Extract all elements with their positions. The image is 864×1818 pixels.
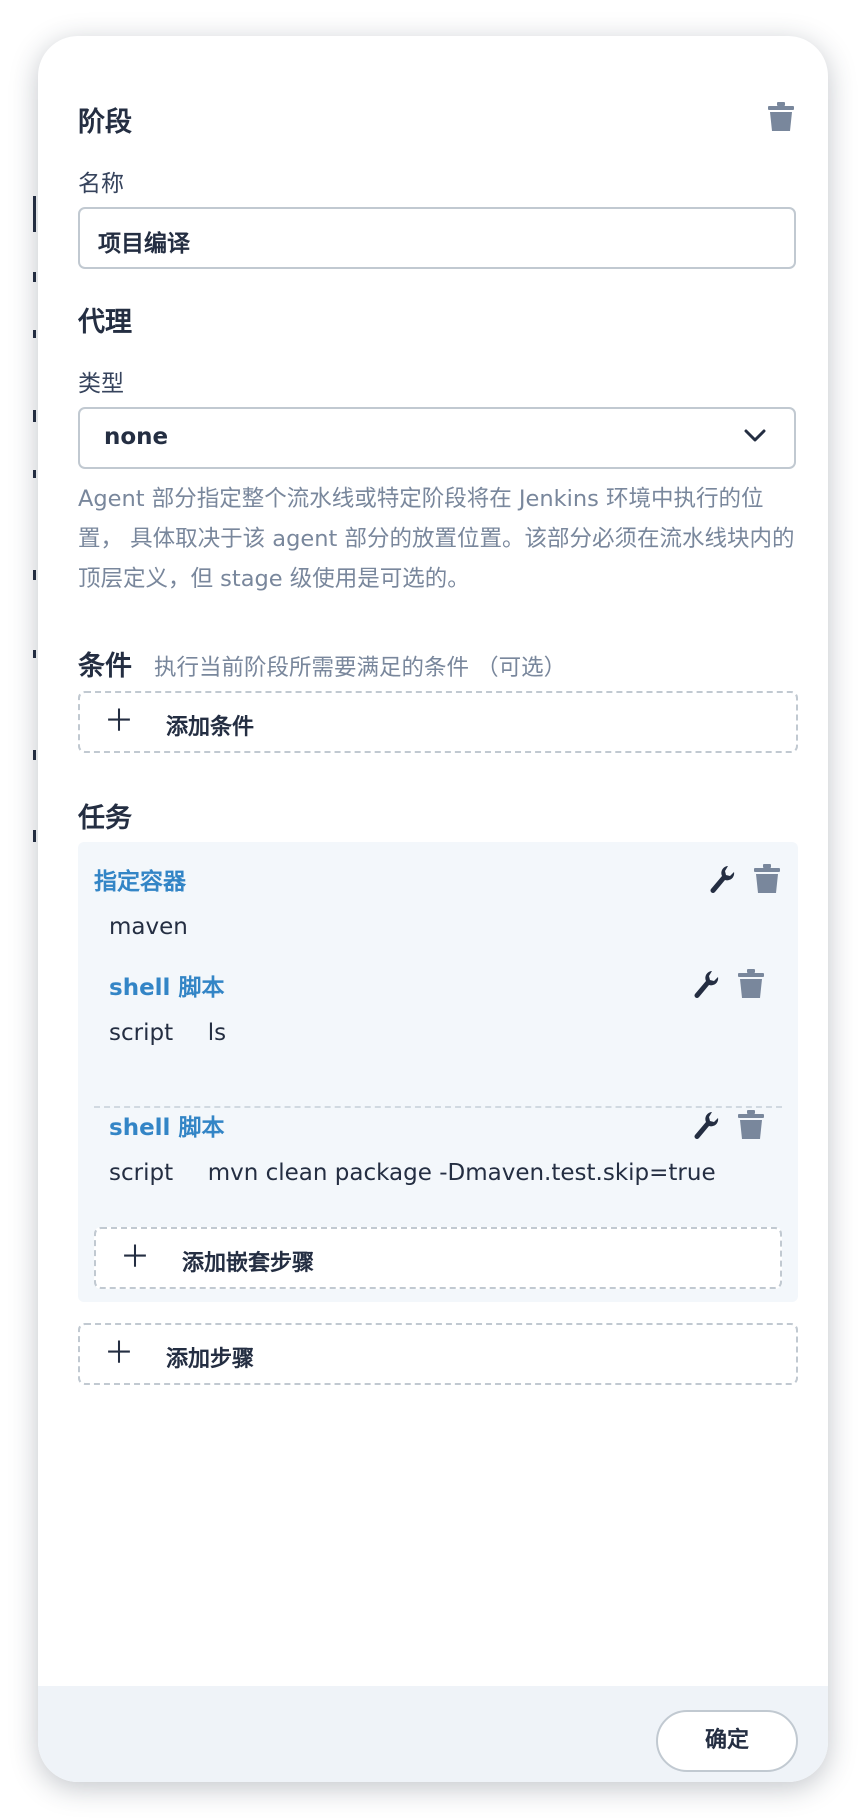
plus-icon: ＋ bbox=[104, 704, 134, 739]
type-label: 类型 bbox=[78, 371, 124, 397]
agent-description: Agent 部分指定整个流水线或特定阶段将在 Jenkins 环境中执行的位置，… bbox=[78, 486, 795, 592]
trash-icon[interactable] bbox=[737, 1110, 765, 1140]
plus-icon: ＋ bbox=[120, 1240, 150, 1275]
wrench-icon[interactable] bbox=[692, 1110, 720, 1140]
step-command-row: script ls bbox=[109, 1020, 226, 1046]
trash-icon[interactable] bbox=[737, 969, 765, 999]
step-key: script bbox=[109, 1020, 174, 1046]
add-condition-label: 添加条件 bbox=[166, 715, 255, 740]
conditions-hint: 执行当前阶段所需要满足的条件 （可选） bbox=[154, 655, 567, 681]
name-input[interactable]: 项目编译 bbox=[78, 207, 796, 269]
agent-section-title: 代理 bbox=[78, 307, 132, 338]
agent-type-value: none bbox=[104, 424, 169, 450]
wrench-icon[interactable] bbox=[692, 969, 720, 999]
wrench-icon[interactable] bbox=[708, 864, 736, 894]
tasks-section-title: 任务 bbox=[78, 803, 132, 834]
step-title: shell 脚本 bbox=[109, 1115, 225, 1141]
container-task-title: 指定容器 bbox=[94, 869, 186, 895]
plus-icon: ＋ bbox=[104, 1336, 134, 1371]
trash-icon[interactable] bbox=[767, 102, 795, 132]
step-value: ls bbox=[207, 1020, 227, 1046]
step-title: shell 脚本 bbox=[109, 975, 225, 1001]
stage-section-title: 阶段 bbox=[78, 107, 132, 138]
chevron-down-icon bbox=[744, 429, 766, 442]
conditions-section-title: 条件 bbox=[78, 651, 132, 682]
confirm-button[interactable]: 确定 bbox=[656, 1710, 798, 1772]
trash-icon[interactable] bbox=[753, 864, 781, 894]
stage-edit-modal: 阶段 名称 项目编译 代理 类型 none Agent 部分指定整个流水线或特定… bbox=[38, 36, 828, 1782]
name-label: 名称 bbox=[78, 171, 124, 197]
agent-type-select[interactable]: none bbox=[78, 407, 796, 469]
step-value: mvn clean package -Dmaven.test.skip=true bbox=[207, 1160, 716, 1186]
step-command-row: script mvn clean package -Dmaven.test.sk… bbox=[109, 1160, 716, 1186]
add-step-button[interactable]: ＋ 添加步骤 bbox=[78, 1323, 798, 1385]
add-step-label: 添加步骤 bbox=[166, 1347, 255, 1372]
add-condition-button[interactable]: ＋ 添加条件 bbox=[78, 691, 798, 753]
container-name: maven bbox=[109, 914, 188, 940]
add-nested-step-label: 添加嵌套步骤 bbox=[182, 1251, 315, 1276]
step-key: script bbox=[109, 1160, 174, 1186]
add-nested-step-button[interactable]: ＋ 添加嵌套步骤 bbox=[94, 1227, 782, 1289]
modal-footer: 确定 bbox=[38, 1686, 828, 1782]
name-input-value: 项目编译 bbox=[98, 231, 190, 257]
